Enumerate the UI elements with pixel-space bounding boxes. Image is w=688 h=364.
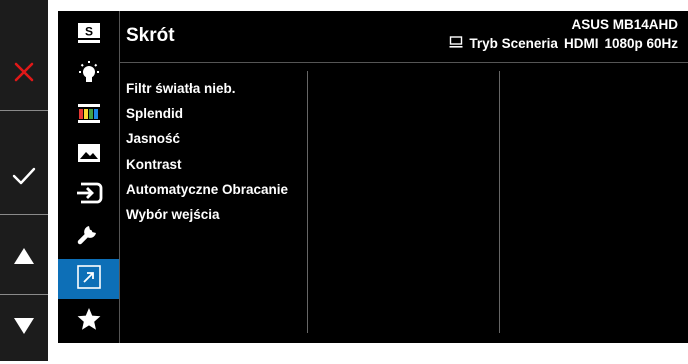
image-icon [76, 142, 102, 169]
splendid-color-icon [76, 102, 102, 129]
check-icon [12, 166, 36, 191]
menu-item-brightness[interactable]: Jasność [126, 131, 180, 146]
up-key[interactable] [0, 222, 48, 294]
osd-header: Skrót ASUS MB14AHD Tryb Sceneria HDMI 10… [120, 11, 688, 63]
sidebar-item-splendid[interactable] [58, 95, 119, 135]
input-select-icon [75, 181, 103, 210]
blue-light-filter-icon [76, 60, 102, 91]
close-icon [13, 61, 35, 88]
menu-content: Filtr światła nieb. Splendid Jasność Kon… [120, 63, 688, 343]
menu-item-input-select[interactable]: Wybór wejścia [126, 207, 220, 222]
sidebar-item-input[interactable] [58, 175, 119, 215]
down-key[interactable] [0, 292, 48, 364]
scenery-mode-icon [449, 36, 463, 51]
menu-item-blue-light-filter[interactable]: Filtr światła nieb. [126, 81, 236, 96]
svg-text:S: S [84, 24, 92, 38]
resolution-label: 1080p 60Hz [604, 36, 678, 51]
favorite-star-icon [76, 306, 102, 337]
key-divider [0, 110, 48, 111]
menu-item-contrast[interactable]: Kontrast [126, 157, 182, 172]
column-divider [499, 71, 500, 333]
sidebar-item-image[interactable] [58, 135, 119, 175]
model-name: ASUS MB14AHD [571, 17, 678, 32]
arrow-down-icon [13, 317, 35, 340]
mode-label: Tryb Sceneria [469, 36, 558, 51]
s-mode-icon: S [76, 22, 102, 49]
sidebar-item-shortcut[interactable] [58, 259, 119, 299]
column-divider [307, 71, 308, 333]
page-title: Skrót [126, 25, 175, 46]
osd-menu: S Skrót ASUS MB14AHD Tryb Sceneria HDMI … [58, 11, 688, 343]
menu-item-auto-rotate[interactable]: Automatyczne Obracanie [126, 182, 288, 197]
close-key[interactable] [0, 38, 48, 110]
arrow-up-icon [13, 247, 35, 270]
input-label: HDMI [563, 36, 599, 51]
shortcut-icon [76, 264, 102, 295]
osd-sidebar: S [58, 11, 120, 343]
status-line: Tryb Sceneria HDMI 1080p 60Hz [449, 36, 678, 51]
system-setup-icon [76, 220, 102, 251]
sidebar-item-system[interactable] [58, 215, 119, 255]
confirm-key[interactable] [0, 142, 48, 214]
menu-item-splendid[interactable]: Splendid [126, 106, 183, 121]
key-divider [0, 214, 48, 215]
monitor-keys-panel [0, 0, 48, 361]
sidebar-item-blue-light[interactable] [58, 55, 119, 95]
sidebar-item-favorite[interactable] [58, 301, 119, 341]
sidebar-item-splendid-mode[interactable]: S [58, 15, 119, 55]
